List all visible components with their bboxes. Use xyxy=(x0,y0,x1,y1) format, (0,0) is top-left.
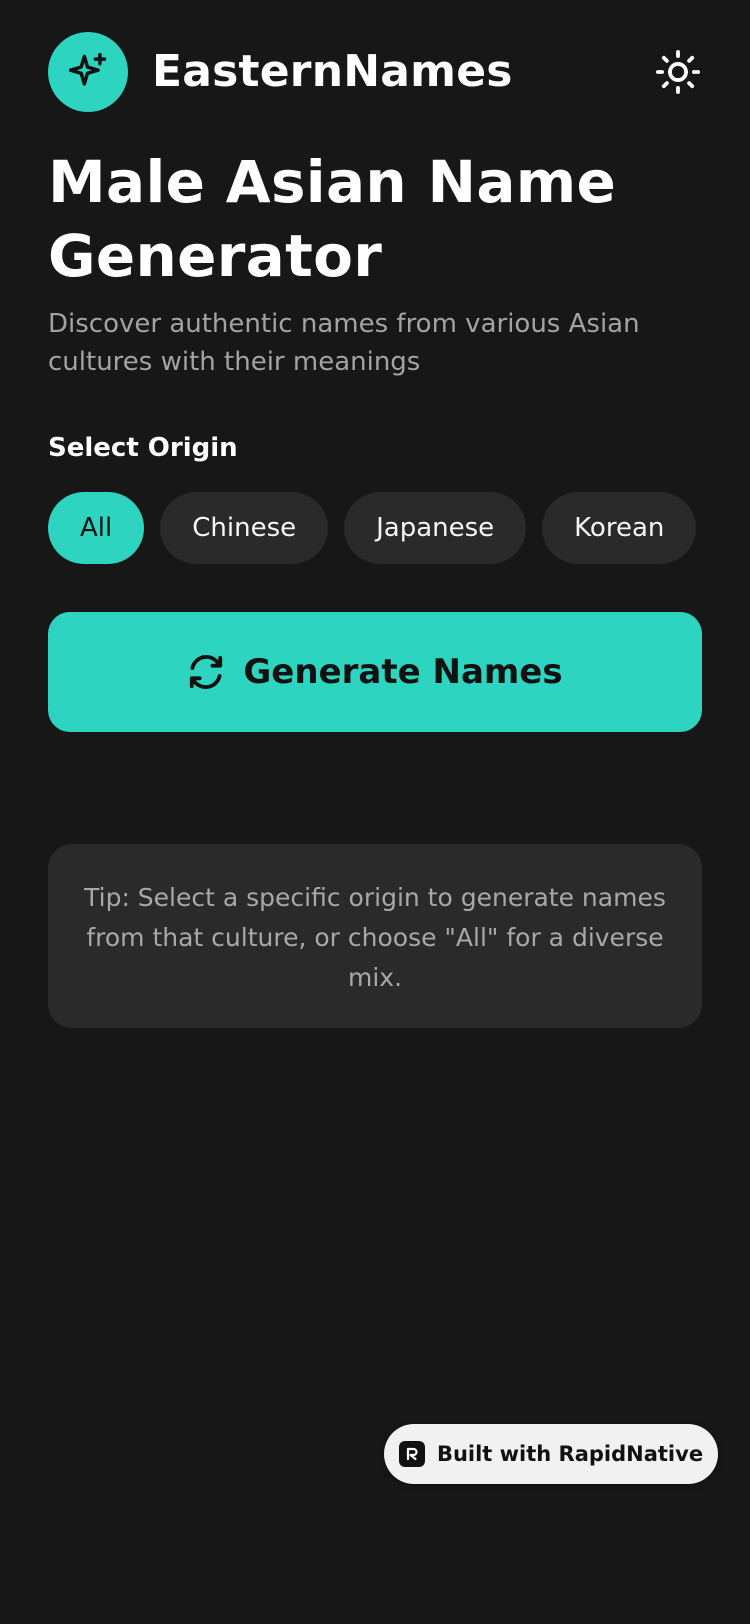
origin-chip-korean[interactable]: Korean xyxy=(542,492,697,564)
origin-section-label: Select Origin xyxy=(48,433,238,463)
tip-card: Tip: Select a specific origin to generat… xyxy=(48,844,702,1028)
theme-toggle-button[interactable] xyxy=(654,48,702,96)
tip-text: Tip: Select a specific origin to generat… xyxy=(84,883,666,992)
app-brand-name: EasternNames xyxy=(152,46,513,97)
origin-filter-chips: All Chinese Japanese Korean xyxy=(48,492,697,564)
page-subtitle: Discover authentic names from various As… xyxy=(48,309,640,377)
page-title: Male Asian Name Generator xyxy=(48,148,617,290)
origin-chip-chinese[interactable]: Chinese xyxy=(160,492,329,564)
app-header: EasternNames xyxy=(48,32,702,112)
sparkle-icon xyxy=(68,52,107,86)
origin-chip-japanese[interactable]: Japanese xyxy=(344,492,527,564)
app-logo xyxy=(48,32,128,112)
generate-names-label: Generate Names xyxy=(243,652,563,692)
rapidnative-logo-icon xyxy=(398,1441,425,1467)
built-with-label: Built with RapidNative xyxy=(436,1442,704,1466)
built-with-badge[interactable]: Built with RapidNative xyxy=(384,1424,718,1484)
generate-names-button[interactable]: Generate Names xyxy=(48,612,702,732)
origin-chip-all[interactable]: All xyxy=(48,492,145,564)
refresh-icon xyxy=(190,655,223,689)
sun-icon xyxy=(655,49,701,95)
